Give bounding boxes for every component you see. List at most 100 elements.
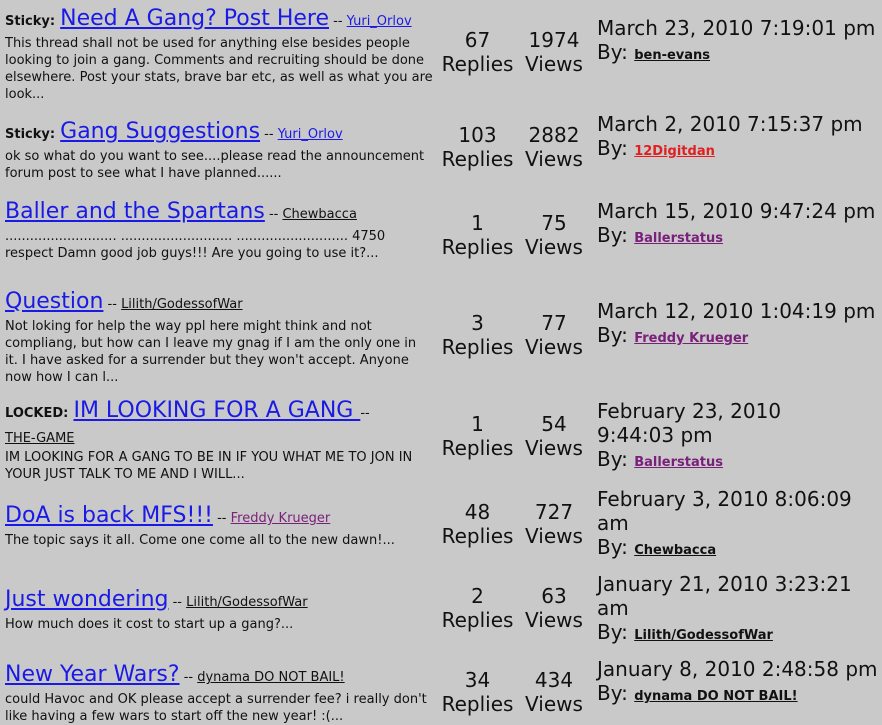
last-post-cell: March 12, 2010 1:04:19 pm By: Freddy Kru… <box>597 299 882 351</box>
replies-count: 67 <box>464 28 491 52</box>
by-label: By: <box>597 447 628 471</box>
replies-count: 48 <box>464 500 491 524</box>
views-cell: 63 Views <box>521 584 587 632</box>
by-label: By: <box>597 620 628 644</box>
author-separator: -- <box>260 127 278 142</box>
by-label: By: <box>597 223 628 247</box>
topic-excerpt: IM LOOKING FOR A GANG TO BE IN IF YOU WH… <box>5 450 413 482</box>
replies-cell: 1 Replies <box>440 412 515 460</box>
topic-title-link[interactable]: Baller and the Spartans <box>5 199 265 224</box>
topic-excerpt: How much does it cost to start up a gang… <box>5 617 294 632</box>
by-label: By: <box>597 535 628 559</box>
views-label: Views <box>525 692 583 716</box>
topic-cell: LOCKED: IM LOOKING FOR A GANG -- THE-GAM… <box>5 398 433 483</box>
last-post-user-link[interactable]: 12Digitdan <box>634 144 715 159</box>
last-post-user-link[interactable]: Ballerstatus <box>634 455 723 470</box>
last-post-user-link[interactable]: dynama DO NOT BAIL! <box>634 689 797 704</box>
author-separator: -- <box>360 406 370 421</box>
author-separator: -- <box>179 670 198 685</box>
replies-count: 2 <box>471 584 484 608</box>
topic-title-link[interactable]: New Year Wars? <box>5 662 180 687</box>
topic-cell: Sticky: Gang Suggestions -- Yuri_Orlov o… <box>5 119 433 182</box>
replies-label: Replies <box>441 52 514 76</box>
topic-title-link[interactable]: Question <box>5 289 103 314</box>
views-count: 434 <box>534 668 574 692</box>
topic-excerpt: ........................... ............… <box>5 229 386 261</box>
last-post-date: March 15, 2010 9:47:24 pm <box>597 199 876 223</box>
views-cell: 1974 Views <box>521 28 587 76</box>
last-post-date: March 23, 2010 7:19:01 pm <box>597 16 876 40</box>
by-label: By: <box>597 323 628 347</box>
replies-count: 1 <box>471 211 484 235</box>
replies-label: Replies <box>441 147 514 171</box>
last-post-user-link[interactable]: ben-evans <box>634 48 710 63</box>
last-post-date: February 23, 2010 9:44:03 pm <box>597 399 782 447</box>
views-count: 727 <box>534 500 574 524</box>
views-cell: 54 Views <box>521 412 587 460</box>
topic-title-link[interactable]: DoA is back MFS!!! <box>5 503 213 528</box>
replies-label: Replies <box>441 692 514 716</box>
last-post-date: March 12, 2010 1:04:19 pm <box>597 299 876 323</box>
last-post-date: January 21, 2010 3:23:21 am <box>597 572 852 620</box>
topic-author-link[interactable]: Yuri_Orlov <box>278 127 343 142</box>
topic-title-link[interactable]: IM LOOKING FOR A GANG <box>73 398 360 423</box>
views-label: Views <box>525 524 583 548</box>
last-post-cell: March 2, 2010 7:15:37 pm By: 12Digitdan <box>597 112 882 164</box>
last-post-date: March 2, 2010 7:15:37 pm <box>597 112 863 136</box>
replies-cell: 48 Replies <box>440 500 515 548</box>
last-post-cell: January 8, 2010 2:48:58 pm By: dynama DO… <box>597 657 882 709</box>
replies-cell: 3 Replies <box>440 311 515 359</box>
topic-cell: Baller and the Spartans -- Chewbacca ...… <box>5 199 433 262</box>
replies-cell: 1 Replies <box>440 211 515 259</box>
last-post-cell: February 23, 2010 9:44:03 pm By: Ballers… <box>597 399 807 475</box>
replies-cell: 34 Replies <box>440 668 515 716</box>
topic-cell: DoA is back MFS!!! -- Freddy Krueger The… <box>5 503 433 549</box>
by-label: By: <box>597 40 628 64</box>
replies-count: 1 <box>471 412 484 436</box>
views-count: 2882 <box>528 123 580 147</box>
views-cell: 77 Views <box>521 311 587 359</box>
topic-title-link[interactable]: Need A Gang? Post Here <box>60 6 329 31</box>
topic-title-link[interactable]: Just wondering <box>5 587 168 612</box>
last-post-date: February 3, 2010 8:06:09 am <box>597 487 852 535</box>
topic-author-link[interactable]: dynama DO NOT BAIL! <box>197 670 344 685</box>
views-count: 63 <box>541 584 567 608</box>
last-post-user-link[interactable]: Freddy Krueger <box>634 331 748 346</box>
views-label: Views <box>525 335 583 359</box>
last-post-cell: January 21, 2010 3:23:21 am By: Lilith/G… <box>597 572 882 648</box>
views-label: Views <box>525 608 583 632</box>
topic-cell: Question -- Lilith/GodessofWar Not lokin… <box>5 289 433 386</box>
by-label: By: <box>597 681 628 705</box>
replies-cell: 67 Replies <box>440 28 515 76</box>
topic-author-link[interactable]: Chewbacca <box>282 207 356 222</box>
views-label: Views <box>525 147 583 171</box>
topic-author-link[interactable]: Lilith/GodessofWar <box>121 297 242 312</box>
last-post-date: January 8, 2010 2:48:58 pm <box>597 657 878 681</box>
topic-author-link[interactable]: THE-GAME <box>5 431 75 446</box>
topic-author-link[interactable]: Yuri_Orlov <box>347 14 412 29</box>
topic-prefix: LOCKED: <box>5 406 69 421</box>
topic-title-link[interactable]: Gang Suggestions <box>60 119 260 144</box>
topic-author-link[interactable]: Lilith/GodessofWar <box>186 595 307 610</box>
author-separator: -- <box>103 297 122 312</box>
replies-label: Replies <box>441 608 514 632</box>
views-cell: 2882 Views <box>521 123 587 171</box>
last-post-cell: February 3, 2010 8:06:09 am By: Chewbacc… <box>597 487 882 563</box>
replies-count: 3 <box>471 311 484 335</box>
replies-count: 103 <box>458 123 497 147</box>
topic-prefix: Sticky: <box>5 127 56 142</box>
last-post-user-link[interactable]: Lilith/GodessofWar <box>634 628 773 643</box>
topic-author-link[interactable]: Freddy Krueger <box>231 511 331 526</box>
last-post-user-link[interactable]: Chewbacca <box>634 543 716 558</box>
replies-label: Replies <box>441 524 514 548</box>
topic-excerpt: The topic says it all. Come one come all… <box>5 533 395 548</box>
author-separator: -- <box>168 595 187 610</box>
last-post-cell: March 23, 2010 7:19:01 pm By: ben-evans <box>597 16 882 68</box>
replies-label: Replies <box>441 335 514 359</box>
topic-cell: Just wondering -- Lilith/GodessofWar How… <box>5 587 433 633</box>
last-post-user-link[interactable]: Ballerstatus <box>634 231 723 246</box>
views-count: 77 <box>541 311 567 335</box>
views-label: Views <box>525 235 583 259</box>
topic-excerpt: Not loking for help the way ppl here mig… <box>5 319 417 385</box>
topic-excerpt: ok so what do you want to see....please … <box>5 149 425 181</box>
